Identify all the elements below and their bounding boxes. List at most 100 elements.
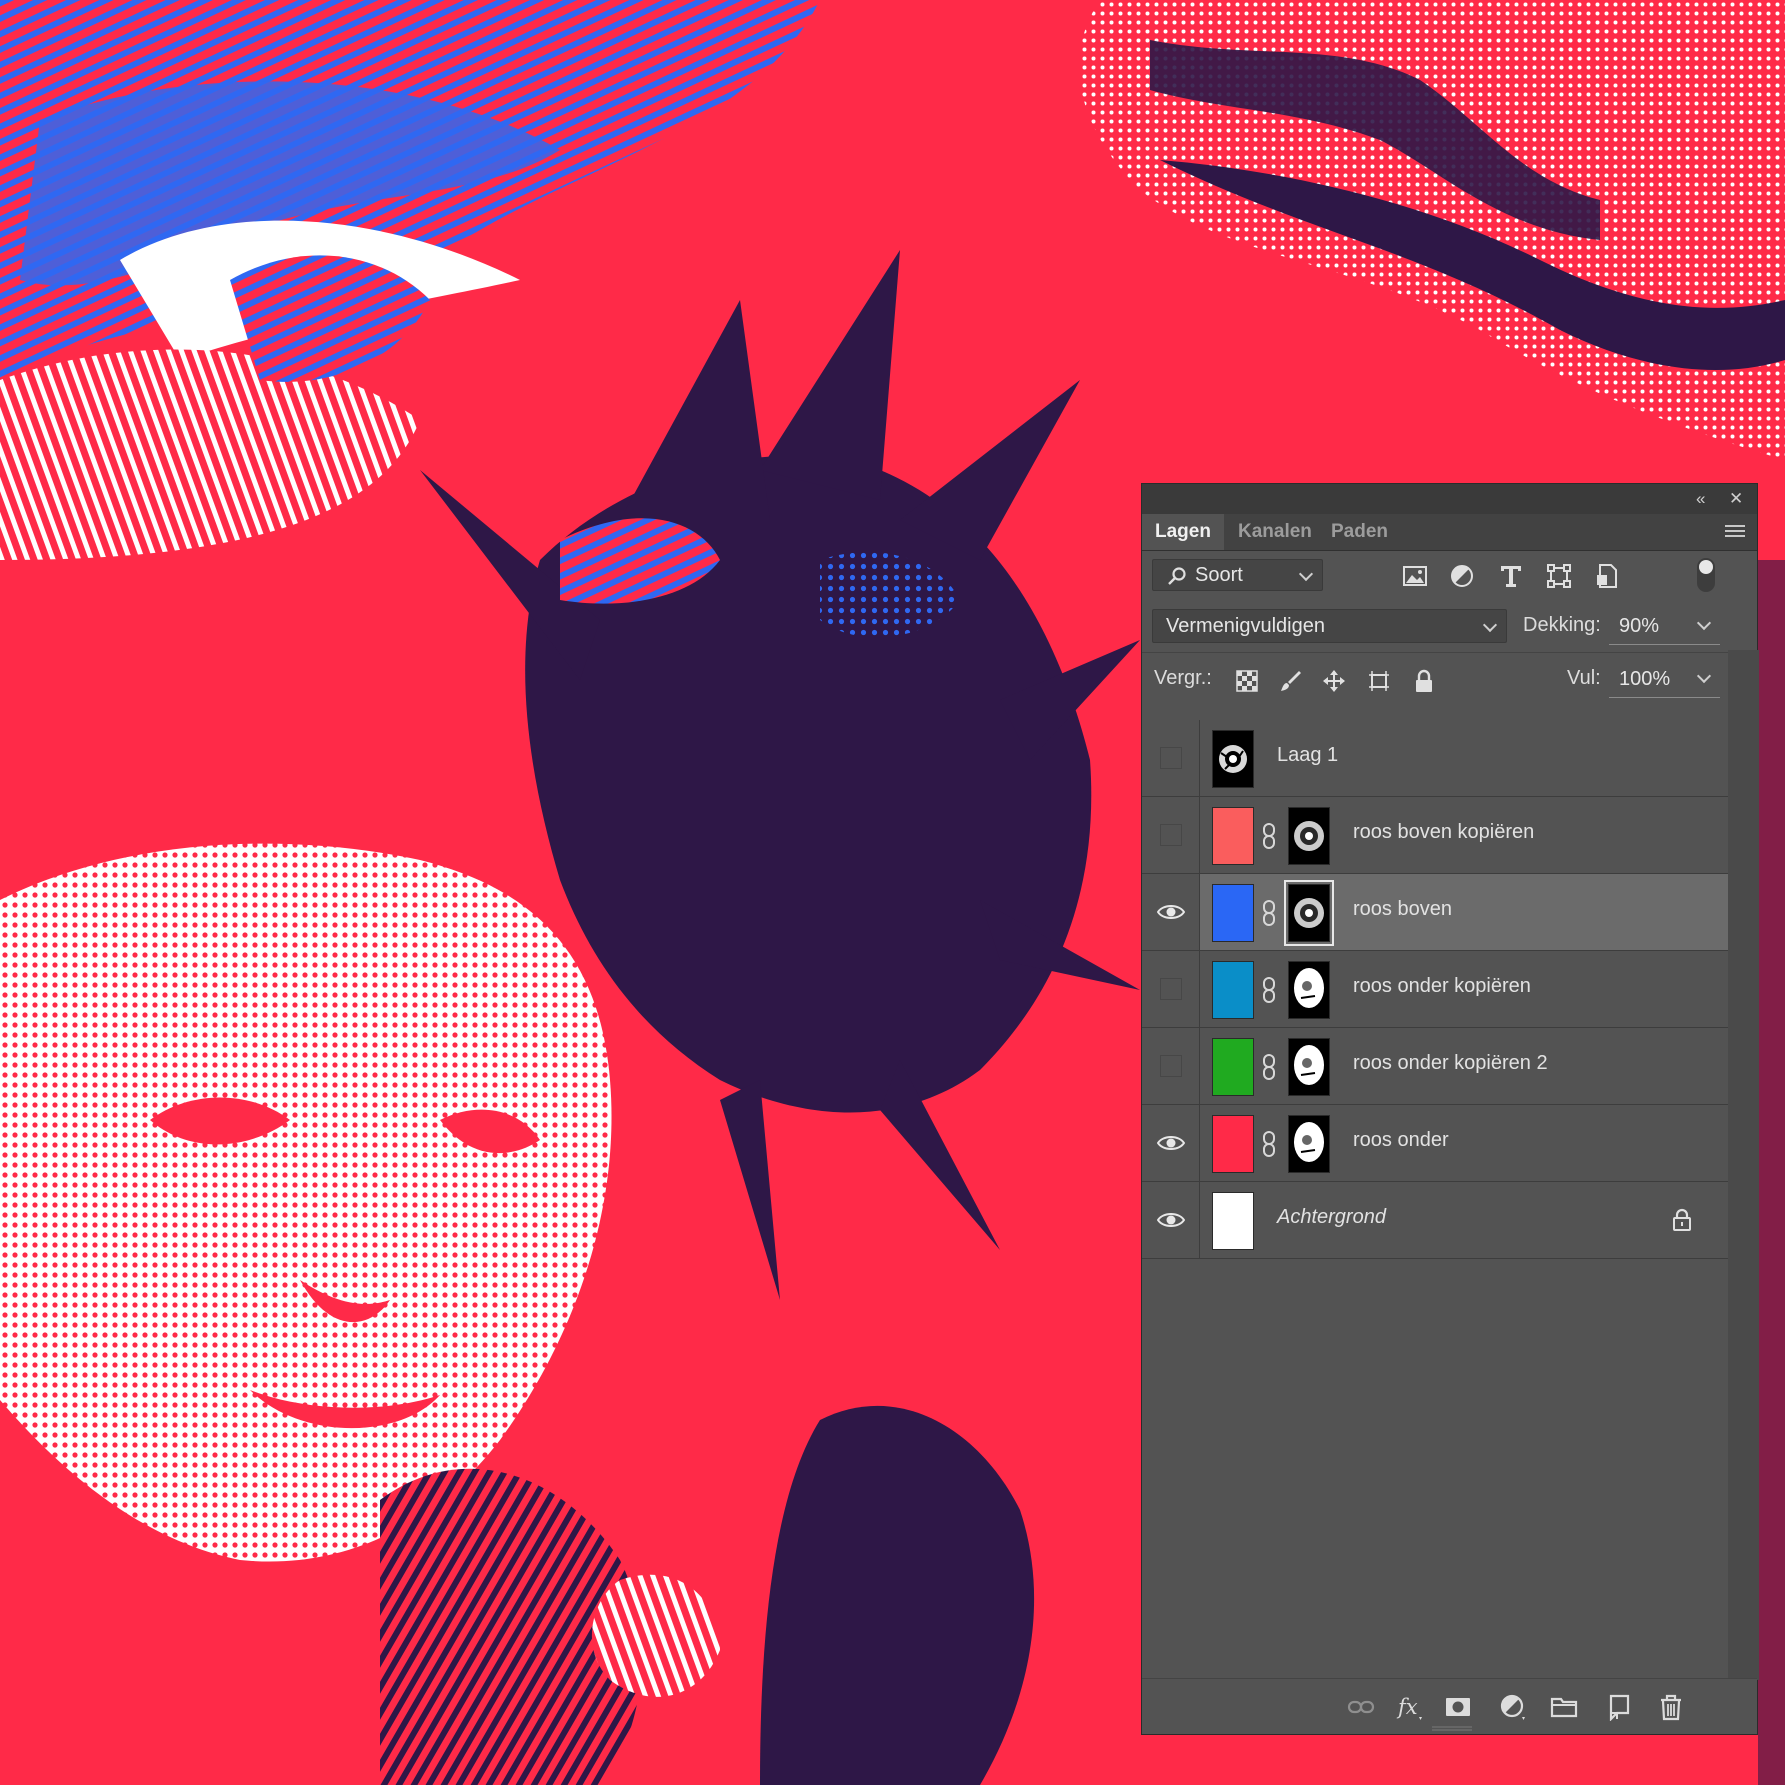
tab-lagen[interactable]: Lagen — [1142, 514, 1224, 550]
mask-link-icon[interactable] — [1261, 976, 1277, 1004]
layer-thumbnail[interactable] — [1212, 961, 1254, 1019]
close-icon[interactable]: ✕ — [1729, 488, 1743, 510]
layer-row[interactable]: roos onder kopiëren — [1142, 951, 1728, 1028]
layer-visibility-toggle[interactable] — [1142, 951, 1200, 1027]
mask-link-icon[interactable] — [1261, 1130, 1277, 1158]
filter-row: Soort — [1142, 550, 1757, 600]
layer-thumbnail[interactable] — [1212, 1115, 1254, 1173]
svg-text:fx: fx — [1396, 1695, 1418, 1719]
new-layer-icon[interactable] — [1604, 1693, 1632, 1721]
layer-row[interactable]: Laag 1 — [1142, 720, 1728, 797]
layer-name[interactable]: roos onder — [1353, 1129, 1449, 1152]
eye-icon[interactable] — [1157, 1132, 1185, 1154]
lock-label: Vergr.: — [1154, 667, 1212, 689]
layer-thumbnail[interactable] — [1212, 730, 1254, 788]
kind-filter-select[interactable]: Soort — [1152, 559, 1323, 591]
layer-name[interactable]: roos boven — [1353, 898, 1452, 921]
lock-all-icon[interactable] — [1412, 669, 1436, 693]
layers-panel: « ✕ Lagen Kanalen Paden Soort Vermenigvu… — [1141, 483, 1759, 1735]
kind-filter-label: Soort — [1195, 564, 1243, 586]
rose-mask-icon — [1294, 1122, 1324, 1162]
layer-name[interactable]: Achtergrond — [1277, 1206, 1386, 1229]
pixel-layer-filter-icon[interactable] — [1402, 563, 1428, 589]
layer-name[interactable]: roos onder kopiëren — [1353, 975, 1531, 998]
layer-visibility-toggle[interactable] — [1142, 1105, 1200, 1181]
layer-list: Laag 1 roos boven kopiëren roos boven ro… — [1142, 720, 1728, 1750]
tab-kanalen[interactable]: Kanalen — [1225, 514, 1325, 550]
layer-mask-thumbnail[interactable] — [1288, 1038, 1330, 1096]
lock-transparent-pixels-icon[interactable] — [1235, 669, 1259, 693]
rose-thumbnail-icon — [1219, 745, 1247, 773]
layer-row[interactable]: roos onder — [1142, 1105, 1728, 1182]
tab-paden[interactable]: Paden — [1318, 514, 1401, 550]
panel-footer: fx — [1142, 1678, 1757, 1734]
mask-link-icon[interactable] — [1261, 822, 1277, 850]
hidden-visibility-box[interactable] — [1160, 978, 1182, 1000]
mask-link-icon[interactable] — [1261, 899, 1277, 927]
rose-mask-icon — [1294, 821, 1324, 851]
layer-row[interactable]: Achtergrond — [1142, 1182, 1728, 1259]
blend-row: Vermenigvuldigen Dekking: 90% — [1142, 600, 1757, 653]
panel-menu-icon[interactable] — [1725, 522, 1745, 540]
search-icon — [1168, 567, 1186, 585]
rose-mask-icon — [1294, 898, 1324, 928]
link-layers-icon[interactable] — [1347, 1693, 1375, 1721]
layer-visibility-toggle[interactable] — [1142, 797, 1200, 873]
adjustment-layer-filter-icon[interactable] — [1449, 563, 1475, 589]
lock-position-icon[interactable] — [1322, 669, 1346, 693]
layer-row-selected[interactable]: roos boven — [1142, 874, 1728, 951]
rose-mask-icon — [1294, 1045, 1324, 1085]
filter-toggle[interactable] — [1697, 558, 1715, 592]
layer-visibility-toggle[interactable] — [1142, 874, 1200, 950]
lock-icon[interactable] — [1672, 1208, 1692, 1232]
layer-row[interactable]: roos boven kopiëren — [1142, 797, 1728, 874]
layer-thumbnail[interactable] — [1212, 1038, 1254, 1096]
layer-list-scrollbar[interactable] — [1728, 650, 1759, 1680]
opacity-value[interactable]: 90% — [1619, 615, 1659, 638]
layer-name[interactable]: roos boven kopiëren — [1353, 821, 1534, 844]
eye-icon[interactable] — [1157, 901, 1185, 923]
layer-name[interactable]: Laag 1 — [1277, 744, 1338, 767]
blend-mode-value: Vermenigvuldigen — [1166, 615, 1325, 637]
trash-icon[interactable] — [1657, 1693, 1685, 1721]
add-mask-icon[interactable] — [1444, 1693, 1472, 1721]
panel-titlebar: « ✕ — [1142, 484, 1757, 514]
lock-image-pixels-icon[interactable] — [1279, 669, 1303, 693]
chevron-down-icon[interactable] — [1696, 615, 1712, 631]
lock-artboard-icon[interactable] — [1367, 669, 1391, 693]
layer-row[interactable]: roos onder kopiëren 2 — [1142, 1028, 1728, 1105]
smart-object-filter-icon[interactable] — [1594, 563, 1620, 589]
blend-mode-select[interactable]: Vermenigvuldigen — [1152, 609, 1507, 643]
fill-value[interactable]: 100% — [1619, 668, 1670, 691]
new-group-icon[interactable] — [1550, 1693, 1578, 1721]
layer-thumbnail[interactable] — [1212, 807, 1254, 865]
chevron-down-icon[interactable] — [1696, 668, 1712, 684]
rose-mask-icon — [1294, 968, 1324, 1008]
layer-mask-thumbnail[interactable] — [1288, 1115, 1330, 1173]
layer-thumbnail[interactable] — [1212, 1192, 1254, 1250]
layer-mask-thumbnail[interactable] — [1288, 807, 1330, 865]
fx-icon[interactable]: fx — [1395, 1693, 1423, 1721]
hidden-visibility-box[interactable] — [1160, 1055, 1182, 1077]
layer-mask-thumbnail[interactable] — [1288, 961, 1330, 1019]
layer-mask-thumbnail[interactable] — [1284, 880, 1334, 946]
fill-label: Vul: — [1567, 667, 1601, 689]
chevron-down-icon — [1482, 617, 1498, 633]
resize-grip-icon[interactable] — [1432, 1726, 1472, 1732]
double-chevron-left-icon[interactable]: « — [1696, 488, 1705, 510]
eye-icon[interactable] — [1157, 1209, 1185, 1231]
layer-visibility-toggle[interactable] — [1142, 1182, 1200, 1258]
hidden-visibility-box[interactable] — [1160, 824, 1182, 846]
layer-visibility-toggle[interactable] — [1142, 720, 1200, 796]
chevron-down-icon — [1298, 566, 1314, 582]
layer-visibility-toggle[interactable] — [1142, 1028, 1200, 1104]
shape-layer-filter-icon[interactable] — [1546, 563, 1572, 589]
layer-thumbnail[interactable] — [1212, 884, 1254, 942]
layer-name[interactable]: roos onder kopiëren 2 — [1353, 1052, 1548, 1075]
adjustment-layer-icon[interactable] — [1498, 1693, 1526, 1721]
lock-row: Vergr.: Vul: 100% — [1142, 653, 1757, 706]
hidden-visibility-box[interactable] — [1160, 747, 1182, 769]
type-layer-filter-icon[interactable] — [1498, 563, 1524, 589]
mask-link-icon[interactable] — [1261, 1053, 1277, 1081]
opacity-label: Dekking: — [1523, 614, 1601, 636]
